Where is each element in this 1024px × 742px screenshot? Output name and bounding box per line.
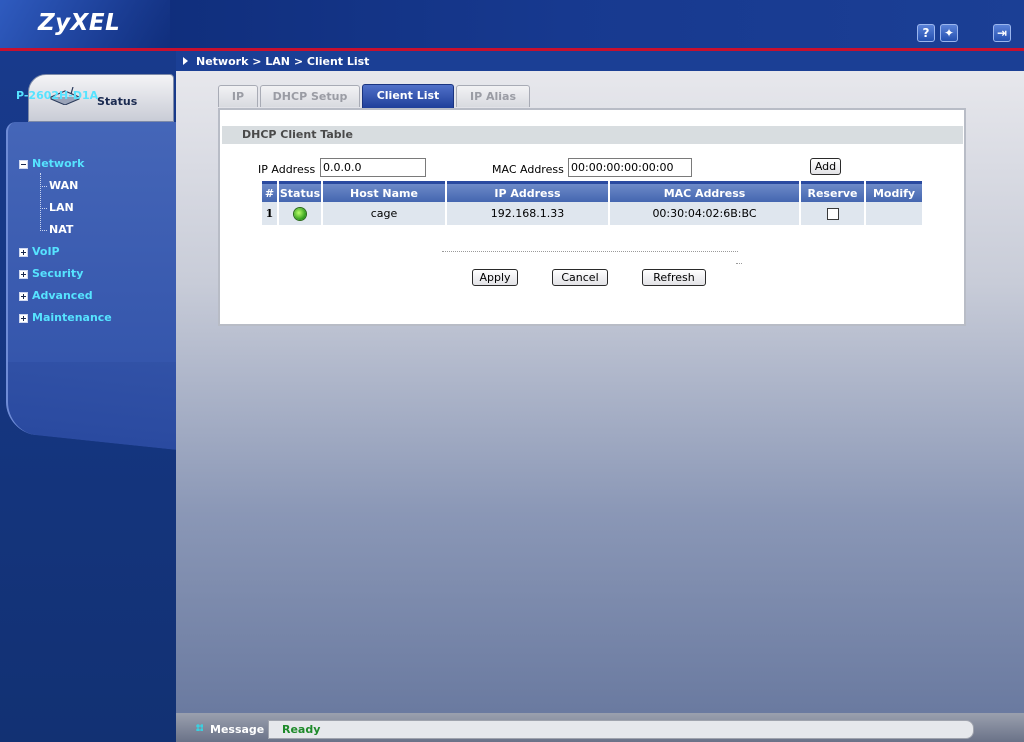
sidebar-item-maintenance[interactable]: Maintenance — [32, 311, 112, 324]
online-status-icon — [294, 208, 306, 220]
sidebar-item-nat[interactable]: NAT — [49, 223, 73, 236]
column-header-index: # — [262, 181, 277, 202]
row-host-name: cage — [323, 202, 445, 225]
wizard-icon[interactable]: ✦ — [940, 24, 958, 42]
collapse-icon[interactable] — [19, 160, 28, 169]
message-field — [268, 720, 974, 739]
column-header-reserve: Reserve — [801, 181, 864, 202]
expand-icon[interactable] — [19, 292, 28, 301]
sidebar-item-security[interactable]: Security — [32, 267, 83, 280]
apply-button[interactable]: Apply — [472, 269, 518, 286]
tab-ip[interactable]: IP — [218, 85, 258, 107]
row-mac-address: 00:30:04:02:6B:BC — [610, 202, 799, 225]
ip-address-input[interactable] — [320, 158, 426, 177]
mac-address-input[interactable] — [568, 158, 692, 177]
tree-connector — [40, 173, 41, 231]
tab-dhcp-setup[interactable]: DHCP Setup — [260, 85, 360, 107]
device-model: P-2602H-D1A — [16, 89, 99, 102]
sidebar-item-network[interactable]: Network — [32, 157, 84, 170]
expand-icon[interactable] — [19, 314, 28, 323]
section-title: DHCP Client Table — [222, 126, 963, 144]
separator — [736, 263, 742, 264]
sidebar-item-wan[interactable]: WAN — [49, 179, 78, 192]
message-icon — [196, 724, 203, 731]
tree-branch — [40, 208, 47, 209]
sidebar-item-voip[interactable]: VoIP — [32, 245, 60, 258]
help-icon[interactable]: ? — [917, 24, 935, 42]
breadcrumb-arrow-icon — [183, 57, 188, 65]
reserve-checkbox[interactable] — [826, 208, 839, 220]
refresh-button[interactable]: Refresh — [642, 269, 706, 286]
expand-icon[interactable] — [19, 270, 28, 279]
logout-icon[interactable]: ⇥ — [993, 24, 1011, 42]
tab-client-list[interactable]: Client List — [362, 84, 454, 108]
tab-ip-alias[interactable]: IP Alias — [456, 85, 530, 107]
column-header-modify: Modify — [866, 181, 922, 202]
column-header-status: Status — [279, 181, 321, 202]
row-modify — [866, 202, 922, 225]
tree-branch — [40, 186, 47, 187]
column-header-mac-address: MAC Address — [610, 181, 799, 202]
zyxel-logo: ZyXEL — [38, 10, 121, 36]
dhcp-client-table: # Status Host Name IP Address MAC Addres… — [260, 181, 924, 225]
table-row: 1 cage 192.168.1.33 00:30:04:02:6B:BC — [262, 202, 922, 225]
tree-branch — [40, 230, 47, 231]
row-status — [279, 202, 321, 225]
row-ip-address: 192.168.1.33 — [447, 202, 608, 225]
message-label: Message — [210, 723, 265, 736]
sidebar: Status — [0, 51, 176, 742]
add-button[interactable]: Add — [810, 158, 841, 175]
column-header-ip-address: IP Address — [447, 181, 608, 202]
ip-address-label: IP Address — [258, 163, 316, 176]
row-index: 1 — [262, 202, 277, 225]
expand-icon[interactable] — [19, 248, 28, 257]
status-label: Status — [97, 95, 138, 108]
sidebar-item-lan[interactable]: LAN — [49, 201, 74, 214]
separator — [442, 251, 738, 252]
top-header — [0, 0, 1024, 48]
mac-address-label: MAC Address — [492, 163, 564, 176]
column-header-host-name: Host Name — [323, 181, 445, 202]
cancel-button[interactable]: Cancel — [552, 269, 608, 286]
sidebar-item-advanced[interactable]: Advanced — [32, 289, 93, 302]
row-reserve — [801, 202, 864, 225]
breadcrumb: Network > LAN > Client List — [196, 55, 370, 68]
message-text: Ready — [282, 723, 321, 736]
